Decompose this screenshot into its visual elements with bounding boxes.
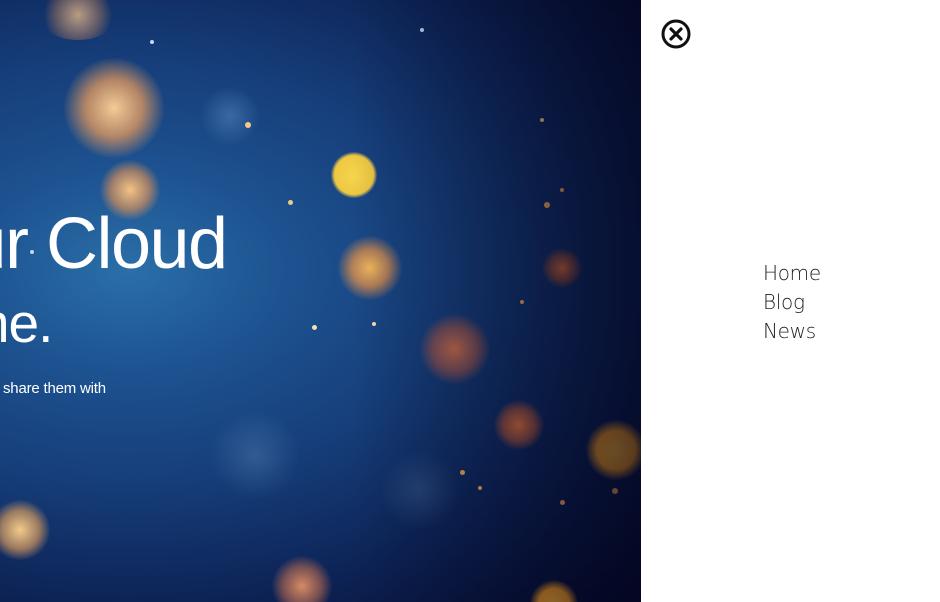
bokeh-light <box>245 122 251 128</box>
side-menu-panel: Home Blog News <box>641 0 940 602</box>
bokeh-light <box>420 314 490 384</box>
close-menu-button[interactable] <box>660 18 692 50</box>
nav-list-item: Blog <box>763 288 821 317</box>
nav-link-home[interactable]: Home <box>763 259 821 288</box>
hero-subtitle: ets you access them from anywhere and ma… <box>0 380 106 397</box>
close-circle-icon <box>661 19 691 49</box>
bokeh-light <box>288 200 293 205</box>
bokeh-light <box>478 486 482 490</box>
hero-title-line-1: Your Cloud <box>0 204 228 284</box>
bokeh-light <box>64 58 164 158</box>
bokeh-light <box>560 500 565 505</box>
bokeh-light <box>560 188 564 192</box>
bokeh-light <box>38 0 118 40</box>
bokeh-light <box>150 40 154 44</box>
nav-menu-list: Home Blog News <box>763 259 821 346</box>
page: Your Cloud re. Anytime. ets you access t… <box>0 0 940 602</box>
bokeh-light <box>210 410 300 500</box>
bokeh-light <box>312 325 317 330</box>
bokeh-light <box>331 152 377 198</box>
bokeh-light <box>460 470 465 475</box>
bokeh-light <box>338 236 402 300</box>
bokeh-light <box>380 450 460 530</box>
bokeh-light <box>0 500 50 560</box>
bokeh-light <box>612 488 618 494</box>
nav-list-item: Home <box>763 259 821 288</box>
nav-link-news[interactable]: News <box>763 317 821 346</box>
bokeh-light <box>586 420 641 480</box>
bokeh-light <box>520 300 524 304</box>
bokeh-light <box>420 28 424 32</box>
nav-list-item: News <box>763 317 821 346</box>
bokeh-light <box>200 86 260 146</box>
nav-link-blog[interactable]: Blog <box>763 288 821 317</box>
bokeh-light <box>544 202 550 208</box>
hero-title-line-2: re. Anytime. <box>0 292 53 354</box>
bokeh-light <box>540 118 544 122</box>
hero-section: Your Cloud re. Anytime. ets you access t… <box>0 0 641 602</box>
bokeh-light <box>372 322 376 326</box>
bokeh-light <box>530 580 578 602</box>
bokeh-light <box>542 248 582 288</box>
bokeh-light <box>272 556 332 602</box>
bokeh-light <box>494 400 544 450</box>
